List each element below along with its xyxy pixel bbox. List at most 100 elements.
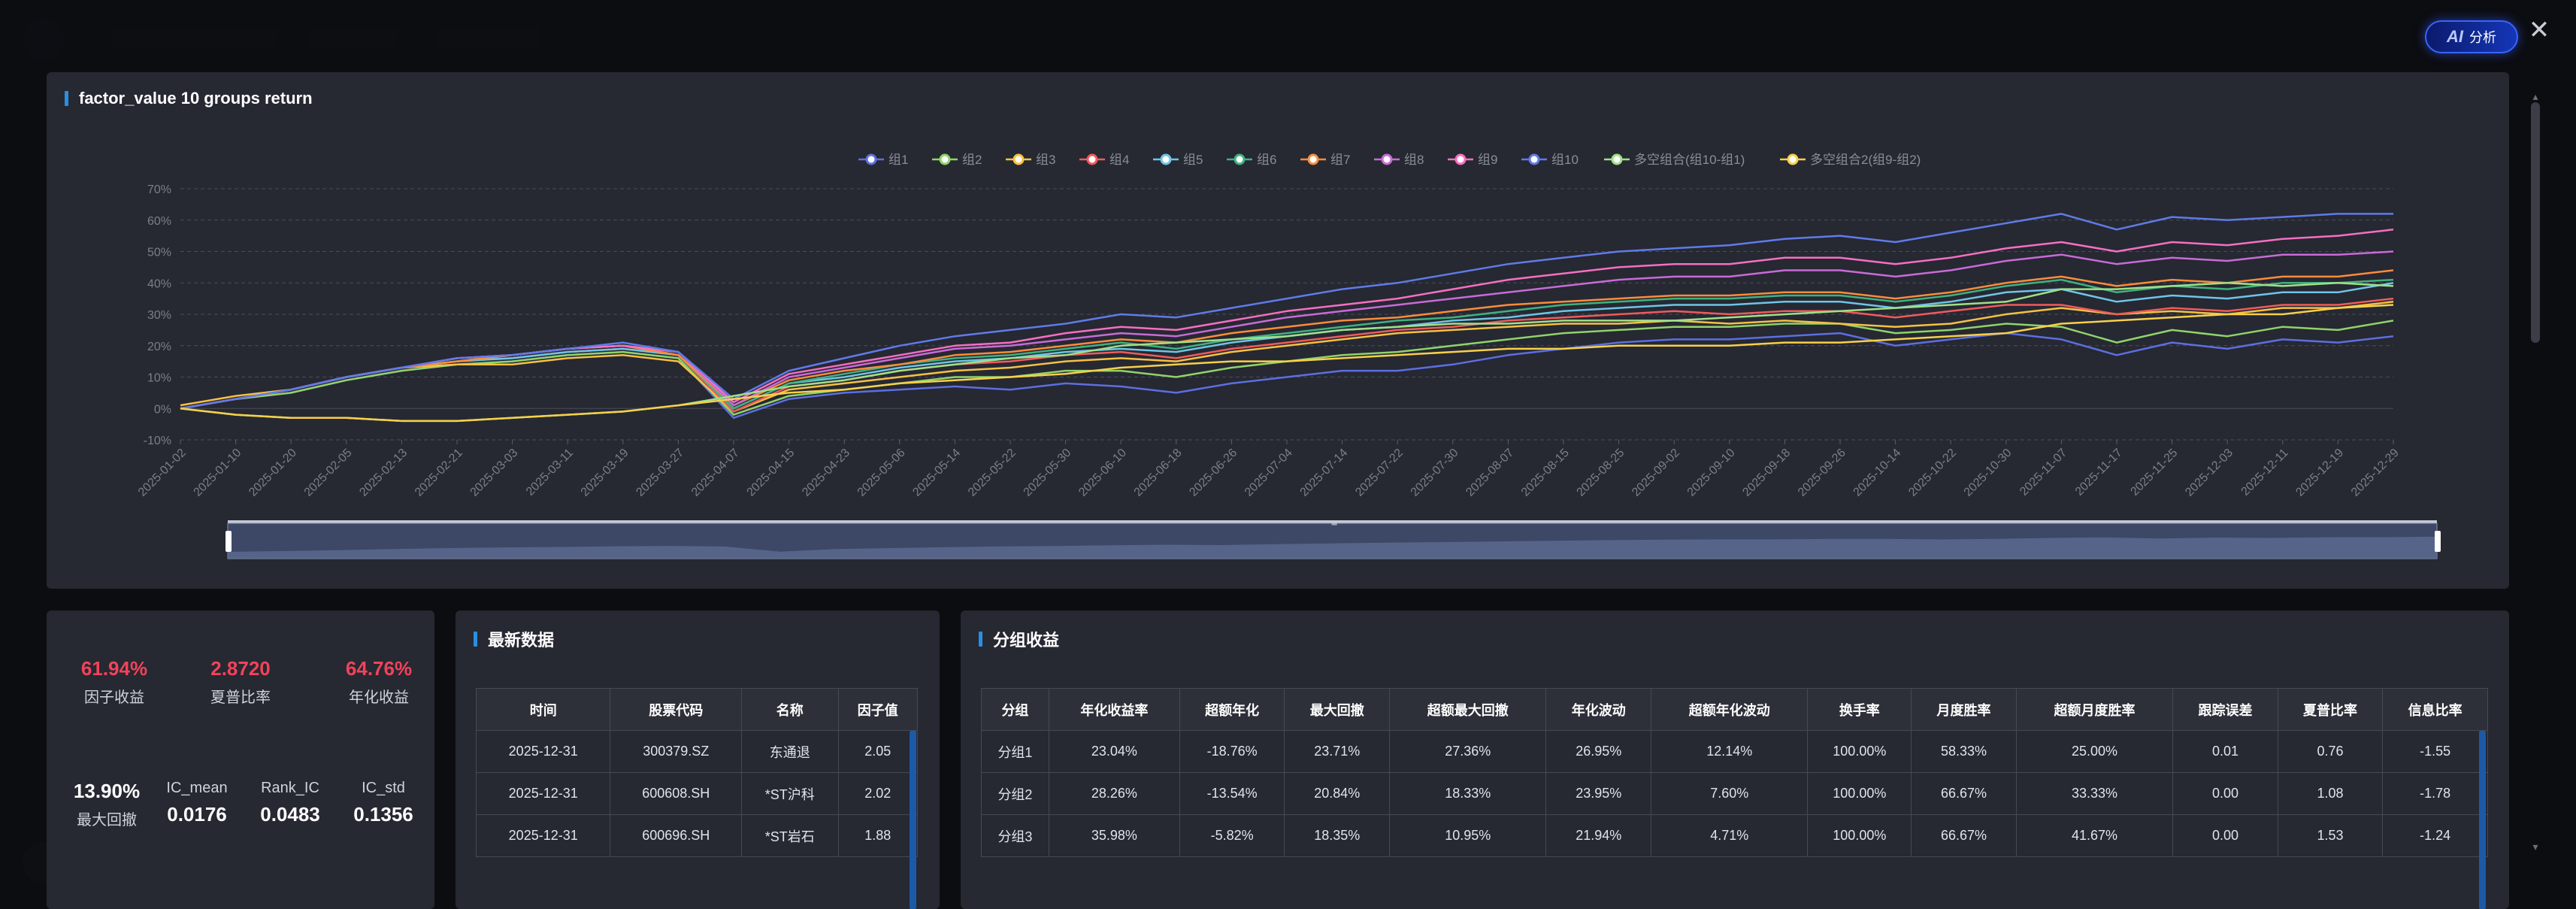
table-cell: 66.67% — [1911, 772, 2017, 815]
column-header[interactable]: 时间 — [475, 688, 611, 731]
table-cell: 66.67% — [1911, 814, 2017, 857]
legend-label: 组10 — [1551, 153, 1579, 167]
table-cell: 18.35% — [1284, 814, 1391, 857]
legend-item[interactable]: 组8 — [1374, 153, 1424, 167]
legend-marker — [1381, 153, 1393, 165]
legend-marker — [1528, 153, 1540, 165]
column-header[interactable]: 超额年化波动 — [1651, 688, 1809, 731]
column-header[interactable]: 超额月度胜率 — [2015, 688, 2174, 731]
column-header[interactable]: 换手率 — [1807, 688, 1912, 731]
table-row[interactable]: 分组2 28.26% -13.54% 20.84% 18.33% 23.95% 7.60% 1… — [981, 772, 2488, 815]
stat-factor-return: 61.94% 因子收益 — [54, 657, 174, 707]
column-header[interactable]: 股票代码 — [610, 688, 743, 731]
table-cell: 7.60% — [1651, 772, 1809, 815]
table-row[interactable]: 2025-12-31 600696.SH *ST岩石 1.88 — [475, 814, 919, 857]
legend-item[interactable]: 组10 — [1521, 153, 1579, 167]
x-tick-label: 2025-11-07 — [2018, 447, 2069, 498]
scroll-up-icon[interactable]: ▴ — [2531, 90, 2540, 103]
legend-marker — [939, 153, 951, 165]
column-header[interactable]: 年化波动 — [1545, 688, 1652, 731]
legend-item[interactable]: 组6 — [1227, 153, 1276, 167]
legend-label: 组6 — [1257, 153, 1276, 167]
latest-table-scrollbar[interactable] — [910, 731, 916, 909]
legend-marker — [1086, 153, 1098, 165]
zoom-handle-left[interactable] — [226, 531, 232, 552]
legend-item[interactable]: 多空组合2(组9-组2) — [1780, 153, 1921, 167]
legend-item[interactable]: 组7 — [1300, 153, 1350, 167]
x-tick-label: 2025-08-07 — [1464, 447, 1516, 499]
table-header-row: 分组 年化收益率 超额年化 最大回撤 超额最大回撤 年化波动 超额年化波动 换手率 月度胜率 超额… — [981, 688, 2488, 731]
x-tick-label: 2025-09-26 — [1796, 447, 1848, 499]
table-cell: 12.14% — [1651, 730, 1809, 773]
column-header[interactable]: 最大回撤 — [1284, 688, 1391, 731]
table-cell: 35.98% — [1048, 814, 1180, 857]
legend-item[interactable]: 多空组合(组10-组1) — [1604, 153, 1745, 167]
data-zoom-slider: ═ — [226, 520, 2441, 559]
x-tick-label: 2025-06-26 — [1187, 447, 1240, 499]
table-cell: 27.36% — [1389, 730, 1547, 773]
column-header[interactable]: 因子值 — [837, 688, 919, 731]
legend-marker — [865, 153, 877, 165]
table-cell: 10.95% — [1389, 814, 1547, 857]
stat-label: IC_std — [362, 780, 405, 796]
stat-label: 年化收益 — [349, 689, 409, 706]
scroll-down-icon[interactable]: ▾ — [2531, 841, 2540, 853]
x-tick-label: 2025-06-18 — [1132, 447, 1185, 499]
y-tick-label: 20% — [147, 341, 171, 353]
table-cell: -5.82% — [1179, 814, 1285, 857]
table-row[interactable]: 分组1 23.04% -18.76% 23.71% 27.36% 26.95% 12.14%… — [981, 730, 2488, 773]
column-header[interactable]: 超额年化 — [1179, 688, 1285, 731]
stat-annual-return: 64.76% 年化收益 — [319, 657, 439, 707]
legend-item[interactable]: 组2 — [932, 153, 982, 167]
legend-label: 组7 — [1330, 153, 1350, 167]
table-cell: *ST岩石 — [741, 814, 839, 857]
legend-item[interactable]: 组4 — [1079, 153, 1129, 167]
legend-item[interactable]: 组5 — [1153, 153, 1203, 167]
x-tick-label: 2025-04-07 — [689, 447, 742, 499]
table-cell: 分组1 — [981, 730, 1049, 773]
table-cell: *ST沪科 — [741, 772, 839, 815]
x-tick-label: 2025-02-21 — [413, 447, 465, 499]
group-panel-title: 分组收益 — [979, 627, 1059, 651]
latest-data-panel: 最新数据 时间 股票代码 名称 因子值 2025-12-31 300379.SZ 东通退 2.… — [456, 611, 940, 909]
legend-item[interactable]: 组9 — [1448, 153, 1497, 167]
x-tick-label: 2025-01-10 — [192, 447, 244, 499]
table-row[interactable]: 2025-12-31 600608.SH *ST沪科 2.02 — [475, 772, 919, 815]
table-cell: 东通退 — [741, 730, 839, 773]
series-line — [180, 320, 2394, 416]
scroll-thumb[interactable] — [2531, 102, 2540, 343]
x-tick-label: 2025-05-06 — [855, 447, 908, 499]
stat-value: 2.8720 — [210, 657, 271, 680]
table-cell: 20.84% — [1284, 772, 1391, 815]
close-icon[interactable]: ✕ — [2524, 15, 2554, 45]
table-cell: 26.95% — [1545, 730, 1652, 773]
table-row[interactable]: 2025-12-31 300379.SZ 东通退 2.05 — [475, 730, 919, 773]
group-table-scrollbar[interactable] — [2479, 731, 2486, 909]
ai-analysis-button[interactable]: AI 分析 — [2425, 20, 2518, 53]
column-header[interactable]: 分组 — [981, 688, 1049, 731]
legend-label: 多空组合2(组9-组2) — [1810, 153, 1921, 167]
factor-analysis-modal: AI 分析 ✕ ▴ ▾ factor_value 10 groups retur… — [0, 0, 2576, 909]
table-row[interactable]: 分组3 35.98% -5.82% 18.35% 10.95% 21.94% 4.71% 10… — [981, 814, 2488, 857]
legend-item[interactable]: 组3 — [1006, 153, 1055, 167]
latest-panel-title: 最新数据 — [474, 627, 554, 651]
legend-marker — [1307, 153, 1319, 165]
column-header[interactable]: 月度胜率 — [1911, 688, 2017, 731]
table-cell: -13.54% — [1179, 772, 1285, 815]
column-header[interactable]: 名称 — [741, 688, 839, 731]
table-cell: 2.05 — [837, 730, 919, 773]
column-header[interactable]: 超额最大回撤 — [1389, 688, 1547, 731]
y-tick-label: 0% — [154, 403, 171, 416]
column-header[interactable]: 信息比率 — [2382, 688, 2488, 731]
table-cell: 分组2 — [981, 772, 1049, 815]
column-header[interactable]: 年化收益率 — [1048, 688, 1180, 731]
modal-scrollbar[interactable]: ▴ ▾ — [2527, 90, 2544, 853]
zoom-handle-right[interactable] — [2435, 531, 2441, 552]
x-tick-label: 2025-09-18 — [1740, 447, 1793, 499]
latest-data-table: 时间 股票代码 名称 因子值 2025-12-31 300379.SZ 东通退 2.05 202… — [475, 688, 919, 857]
x-tick-label: 2025-03-19 — [579, 447, 631, 499]
column-header[interactable]: 夏普比率 — [2277, 688, 2384, 731]
x-tick-label: 2025-10-14 — [1851, 447, 1904, 499]
legend-item[interactable]: 组1 — [858, 153, 908, 167]
column-header[interactable]: 跟踪误差 — [2172, 688, 2278, 731]
